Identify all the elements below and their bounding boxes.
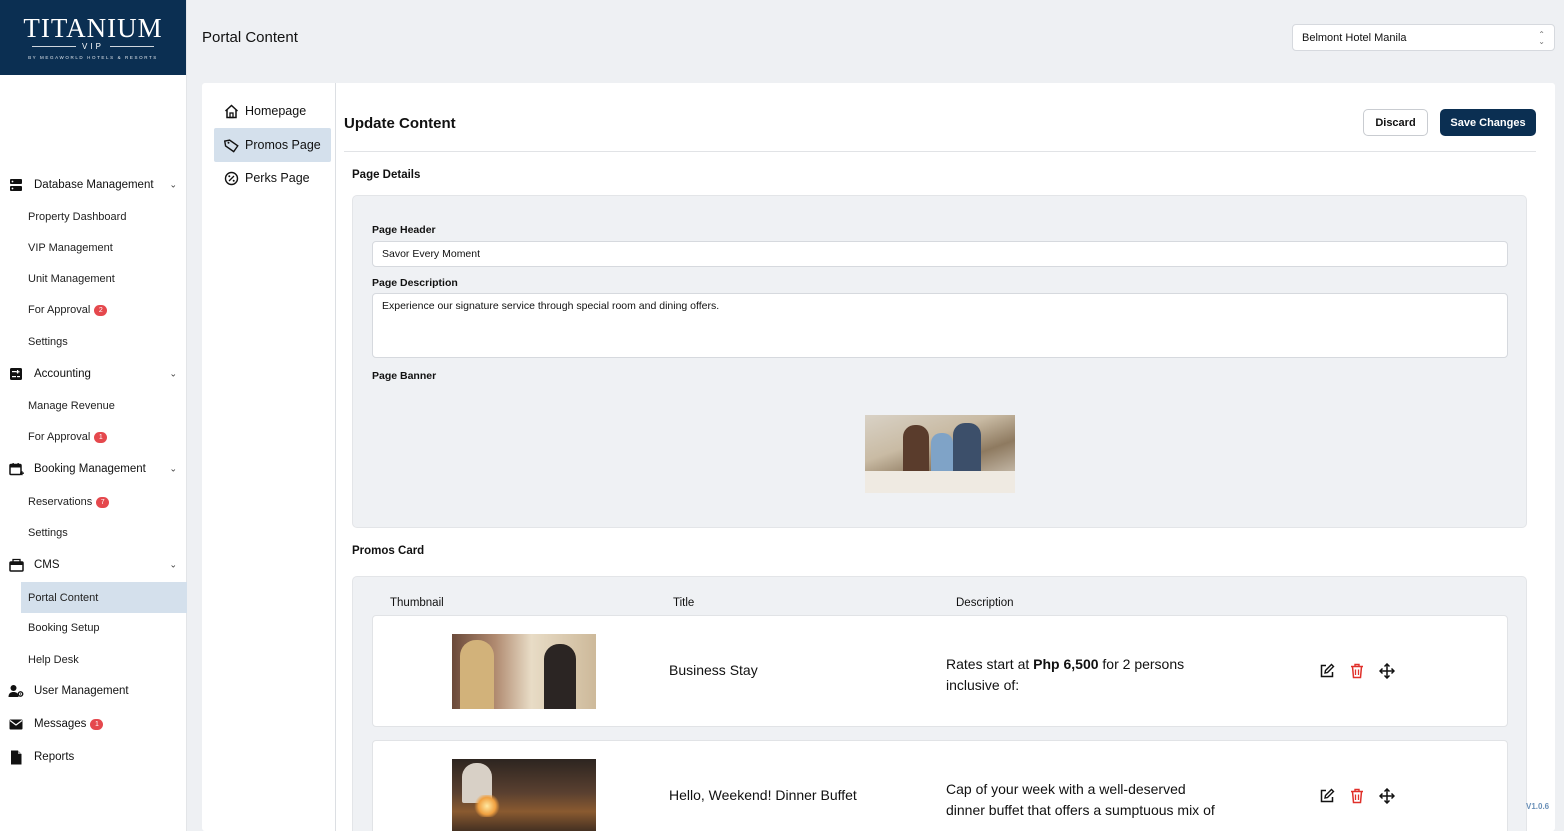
promos-card-box: Thumbnail Title Description Business Sta… [352,576,1527,831]
delete-icon[interactable] [1348,787,1366,805]
sidebar-item-booking-setup[interactable]: Booking Setup [0,616,187,640]
update-content: Update Content Discard Save Changes Page… [344,83,1536,831]
section-page-details: Page Details [352,169,421,181]
column-header-title: Title [673,597,695,609]
logo-tagline: BY MEGAWORLD HOTELS & RESORTS [28,55,158,60]
count-badge: 7 [96,497,110,508]
home-icon [223,103,239,119]
page-details-box: Page Header Savor Every Moment Page Desc… [352,195,1527,528]
page-subnav: Homepage Promos Page Perks Page [202,83,336,831]
mail-icon [8,716,24,732]
sidebar: TITANIUM VIP BY MEGAWORLD HOTELS & RESOR… [0,0,187,831]
sidebar-item-property-dashboard[interactable]: Property Dashboard [0,205,187,229]
logo: TITANIUM VIP BY MEGAWORLD HOTELS & RESOR… [0,0,186,75]
document-icon [8,749,24,765]
user-gear-icon [8,683,24,699]
edit-icon[interactable] [1318,787,1336,805]
sidebar-item-reports[interactable]: Reports [0,744,187,770]
nav-group-database-management[interactable]: Database Management ⌄ [0,171,187,199]
promo-thumbnail [452,759,596,831]
delete-icon[interactable] [1348,662,1366,680]
sidebar-item-unit-management[interactable]: Unit Management [0,267,187,291]
sidebar-item-reservations[interactable]: Reservations 7 [0,490,187,514]
property-select[interactable]: Belmont Hotel Manila ⌃ ⌄ [1292,24,1555,51]
chevron-down-icon: ⌄ [169,463,177,474]
subnav-item-homepage[interactable]: Homepage [214,94,331,128]
version-label: V1.0.6 [1526,802,1550,811]
save-changes-button[interactable]: Save Changes [1440,109,1536,136]
page-header-label: Page Header [372,224,436,236]
sidebar-item-for-approval[interactable]: For Approval 2 [0,298,187,322]
page-banner-label: Page Banner [372,370,437,382]
select-arrows-icon: ⌃ ⌄ [1538,30,1545,46]
sidebar-item-for-approval[interactable]: For Approval 1 [0,425,187,449]
promo-description: Rates start at Php 6,500 for 2 persons i… [946,656,1185,693]
tag-icon [223,137,239,153]
sidebar-item-portal-content[interactable]: Portal Content [21,582,187,613]
nav-group-cms[interactable]: CMS ⌄ [0,552,187,578]
promo-thumbnail [452,634,596,709]
count-badge: 1 [94,432,108,443]
sidebar-item-vip-management[interactable]: VIP Management [0,236,187,260]
update-content-title: Update Content [344,115,456,132]
count-badge: 2 [94,305,108,316]
discard-button[interactable]: Discard [1363,109,1428,136]
column-header-thumbnail: Thumbnail [390,597,444,609]
page-description-textarea[interactable]: Experience our signature service through… [372,293,1508,358]
column-header-description: Description [956,597,1014,609]
section-promos-card: Promos Card [352,545,425,557]
promo-title: Business Stay [669,662,758,678]
chevron-down-icon: ⌄ [169,368,177,379]
property-select-value: Belmont Hotel Manila [1302,32,1407,44]
calendar-plus-icon [8,461,24,477]
promo-description: Cap of your week with a well-deserved di… [946,781,1215,818]
sidebar-item-settings[interactable]: Settings [0,330,187,354]
nav-group-booking-management[interactable]: Booking Management ⌄ [0,456,187,482]
edit-icon[interactable] [1318,662,1336,680]
page-title: Portal Content [202,29,298,46]
divider [344,151,1536,152]
promo-row: Hello, Weekend! Dinner Buffet Cap of you… [372,740,1508,831]
accounting-icon [8,366,24,382]
nav-group-accounting[interactable]: Accounting ⌄ [0,361,187,387]
promo-title: Hello, Weekend! Dinner Buffet [669,787,857,803]
nav-group-label: Database Management [34,179,154,191]
logo-tier: VIP [82,42,104,51]
page-description-label: Page Description [372,277,458,289]
page-header-input[interactable]: Savor Every Moment [372,241,1508,267]
promo-row: Business Stay Rates start at Php 6,500 f… [372,615,1508,727]
content-panel: Homepage Promos Page Perks Page Update C… [202,83,1555,831]
nav-group-label: Booking Management [34,463,146,475]
discount-badge-icon [223,170,239,186]
database-icon [8,177,24,193]
sidebar-item-user-management[interactable]: User Management [0,678,187,704]
sidebar-item-help-desk[interactable]: Help Desk [0,648,187,672]
sidebar-item-messages[interactable]: Messages 1 [0,711,187,737]
sidebar-item-booking-settings[interactable]: Settings [0,521,187,545]
nav-group-label: CMS [34,559,60,571]
sidebar-item-manage-revenue[interactable]: Manage Revenue [0,394,187,418]
chevron-down-icon: ⌄ [169,559,177,570]
nav-group-label: Accounting [34,368,91,380]
move-icon[interactable] [1378,787,1396,805]
logo-brand: TITANIUM [23,13,163,43]
count-badge: 1 [90,719,104,730]
move-icon[interactable] [1378,662,1396,680]
chevron-down-icon: ⌄ [169,179,177,190]
cms-icon [8,557,24,573]
subnav-item-promos-page[interactable]: Promos Page [214,128,331,162]
subnav-item-perks-page[interactable]: Perks Page [214,161,331,195]
page-banner-image[interactable] [865,415,1015,493]
